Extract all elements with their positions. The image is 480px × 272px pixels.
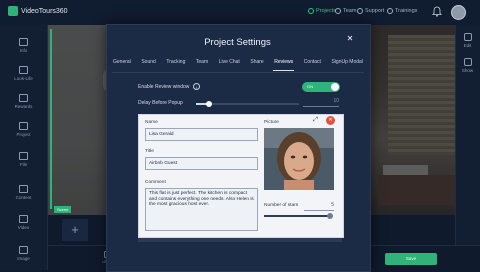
logo-mark-icon <box>8 6 18 16</box>
tab-live-chat[interactable]: Live Chat <box>218 59 241 71</box>
reviewer-photo <box>264 128 334 190</box>
right-nav-edit[interactable]: Edit <box>455 33 480 48</box>
name-field[interactable]: Lisa Gerald <box>145 128 258 141</box>
comment-textarea[interactable]: This flat is just perfect. The kitchen i… <box>145 188 258 231</box>
info-icon <box>19 38 28 46</box>
tab-contact[interactable]: Contact <box>303 59 322 71</box>
trainings-icon <box>387 8 393 14</box>
tab-signup-modal[interactable]: SignUp Modal <box>330 59 363 71</box>
enable-review-toggle[interactable]: ON <box>302 82 340 92</box>
left-nav-file[interactable]: File <box>0 152 47 167</box>
nav-team[interactable]: Team <box>335 8 356 14</box>
nav-trainings-label: Trainings <box>395 8 418 14</box>
info-icon[interactable]: i <box>193 83 200 90</box>
right-nav-show[interactable]: Show <box>455 58 480 73</box>
edit-icon <box>463 33 472 41</box>
team-icon <box>335 8 341 14</box>
nav-team-label: Team <box>343 8 357 14</box>
tab-sound[interactable]: Sound <box>140 59 156 71</box>
scene-tag[interactable]: Scene <box>54 206 72 213</box>
name-label: Name <box>145 120 158 125</box>
left-nav-image[interactable]: Image <box>0 246 47 261</box>
projects-icon <box>308 8 314 14</box>
toggle-knob <box>331 83 339 91</box>
scene-selection-line <box>50 29 52 209</box>
tab-share[interactable]: Share <box>249 59 264 71</box>
stars-slider-track[interactable] <box>264 215 330 217</box>
tabs-divider <box>112 72 364 73</box>
support-icon <box>357 8 363 14</box>
delay-value-input[interactable]: 10 <box>303 98 339 107</box>
stars-label: Number of stars <box>264 203 299 208</box>
stars-slider-handle[interactable] <box>327 213 333 219</box>
left-nav-content[interactable]: Content <box>0 185 47 200</box>
left-nav-video[interactable]: Video <box>0 215 47 230</box>
look-life-icon <box>19 66 28 74</box>
nav-support[interactable]: Support <box>357 8 384 14</box>
logo-text: VideoTours360 <box>21 7 68 15</box>
delay-label: Delay Before Popup <box>138 100 183 106</box>
user-avatar[interactable] <box>451 5 466 20</box>
save-button[interactable]: Save <box>385 253 437 265</box>
left-nav-project[interactable]: Project <box>0 122 47 137</box>
enable-review-label: Enable Review window <box>138 84 190 90</box>
settings-tabs: General Sound Tracking Team Live Chat Sh… <box>112 59 364 71</box>
left-nav-look-life[interactable]: Look-Life <box>0 66 47 81</box>
add-scene-button[interactable]: + <box>62 219 88 241</box>
remove-picture-icon[interactable]: ✕ <box>326 116 335 125</box>
tab-tracking[interactable]: Tracking <box>165 59 186 71</box>
title-label: Title <box>145 149 154 154</box>
next-review-card-edge <box>138 238 342 242</box>
toggle-on-label: ON <box>307 84 313 89</box>
stars-value-input[interactable]: 5 <box>304 202 334 211</box>
app-logo[interactable]: VideoTours360 <box>8 6 68 16</box>
left-nav-rewards[interactable]: Rewards <box>0 94 47 109</box>
left-sidebar <box>0 25 48 270</box>
nav-trainings[interactable]: Trainings <box>387 8 417 14</box>
title-field[interactable]: Airbnb Guest <box>145 157 258 170</box>
close-button[interactable]: ✕ <box>345 34 355 44</box>
expand-icon[interactable]: ⤢ <box>312 117 319 124</box>
project-icon <box>19 122 28 130</box>
picture-label: Picture <box>264 120 279 125</box>
tab-general[interactable]: General <box>112 59 132 71</box>
comment-label: Comment <box>145 180 166 185</box>
content-icon <box>19 185 28 193</box>
modal-title: Project Settings <box>204 37 271 48</box>
nav-support-label: Support <box>365 8 385 14</box>
nav-projects[interactable]: Projects <box>308 8 336 14</box>
tab-team[interactable]: Team <box>195 59 209 71</box>
stars-slider-fill <box>264 215 330 217</box>
bell-icon[interactable] <box>432 6 442 17</box>
nav-projects-label: Projects <box>316 8 336 14</box>
video-icon <box>19 215 28 223</box>
tab-reviews[interactable]: Reviews <box>273 59 295 71</box>
image-icon <box>19 246 28 254</box>
rewards-icon <box>19 94 28 102</box>
left-nav-info[interactable]: Info <box>0 38 47 53</box>
show-icon <box>463 58 472 66</box>
file-icon <box>19 152 28 160</box>
